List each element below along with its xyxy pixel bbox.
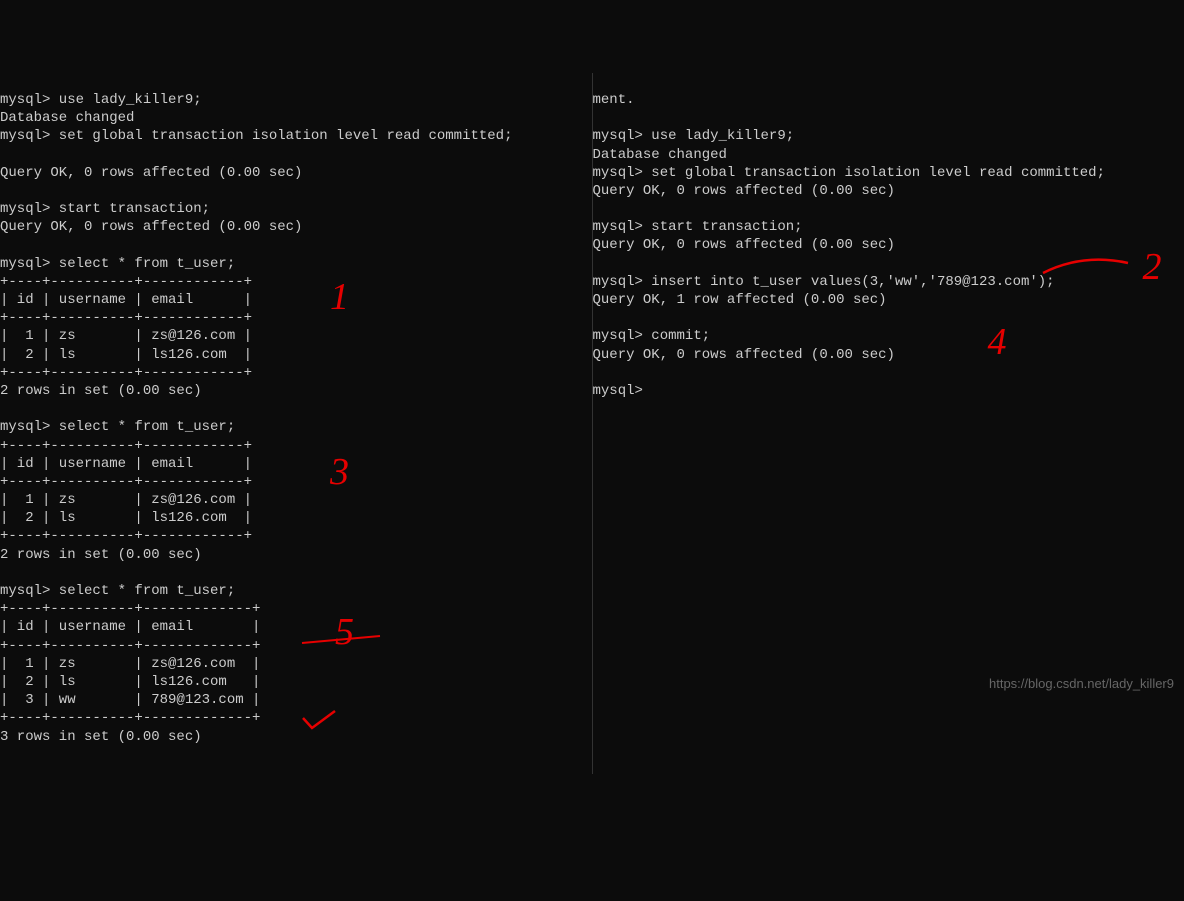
annotation-2: 2	[1143, 243, 1162, 292]
line: mysql> select * from t_user;	[0, 583, 235, 599]
line: mysql> start transaction;	[0, 201, 210, 217]
annotation-4: 4	[988, 318, 1007, 367]
annotation-2-icon	[1038, 248, 1178, 288]
line: mysql> set global transaction isolation …	[0, 128, 512, 144]
line: mysql> commit;	[593, 328, 711, 344]
table-footer: 2 rows in set (0.00 sec)	[0, 383, 202, 399]
prompt[interactable]: mysql>	[593, 383, 643, 399]
terminal-pane-right[interactable]: ment. mysql> use lady_killer9; Database …	[593, 73, 1184, 774]
table-row: | 2 | ls | ls126.com |	[0, 347, 252, 363]
table-border: +----+----------+------------+	[0, 438, 252, 454]
line: Database changed	[593, 147, 727, 163]
table-border: +----+----------+------------+	[0, 365, 252, 381]
table-border: +----+----------+------------+	[0, 274, 252, 290]
line: Query OK, 0 rows affected (0.00 sec)	[593, 237, 895, 253]
line: Database changed	[0, 110, 134, 126]
table-border: +----+----------+-------------+	[0, 710, 260, 726]
watermark: https://blog.csdn.net/lady_killer9	[989, 676, 1174, 693]
table-border: +----+----------+------------+	[0, 528, 252, 544]
annotation-5: 5	[335, 608, 354, 657]
table-row: | 1 | zs | zs@126.com |	[0, 328, 252, 344]
annotation-3: 3	[330, 448, 349, 497]
line: mysql> select * from t_user;	[0, 256, 235, 272]
table-row: | 1 | zs | zs@126.com |	[0, 656, 260, 672]
line: mysql> use lady_killer9;	[593, 128, 795, 144]
table-row: | 2 | ls | ls126.com |	[0, 510, 252, 526]
table-border: +----+----------+-------------+	[0, 601, 260, 617]
table-header: | id | username | email |	[0, 456, 252, 472]
line: Query OK, 1 row affected (0.00 sec)	[593, 292, 887, 308]
table-row: | 3 | ww | 789@123.com |	[0, 692, 260, 708]
terminal-container: mysql> use lady_killer9; Database change…	[0, 73, 1184, 774]
line: mysql> insert into t_user values(3,'ww',…	[593, 274, 1055, 290]
line: mysql> start transaction;	[593, 219, 803, 235]
table-header: | id | username | email |	[0, 292, 252, 308]
table-border: +----+----------+------------+	[0, 474, 252, 490]
annotation-line-icon	[300, 628, 390, 658]
line: mysql> select * from t_user;	[0, 419, 235, 435]
line: Query OK, 0 rows affected (0.00 sec)	[593, 347, 895, 363]
table-border: +----+----------+-------------+	[0, 638, 260, 654]
table-footer: 2 rows in set (0.00 sec)	[0, 547, 202, 563]
table-row: | 2 | ls | ls126.com |	[0, 674, 260, 690]
annotation-check-icon	[300, 708, 340, 733]
annotation-1: 1	[330, 273, 349, 322]
table-footer: 3 rows in set (0.00 sec)	[0, 729, 202, 745]
line: Query OK, 0 rows affected (0.00 sec)	[593, 183, 895, 199]
line: ment.	[593, 92, 635, 108]
table-border: +----+----------+------------+	[0, 310, 252, 326]
line: mysql> use lady_killer9;	[0, 92, 202, 108]
table-header: | id | username | email |	[0, 619, 260, 635]
line: Query OK, 0 rows affected (0.00 sec)	[0, 219, 302, 235]
line: Query OK, 0 rows affected (0.00 sec)	[0, 165, 302, 181]
table-row: | 1 | zs | zs@126.com |	[0, 492, 252, 508]
terminal-pane-left[interactable]: mysql> use lady_killer9; Database change…	[0, 73, 593, 774]
line: mysql> set global transaction isolation …	[593, 165, 1105, 181]
